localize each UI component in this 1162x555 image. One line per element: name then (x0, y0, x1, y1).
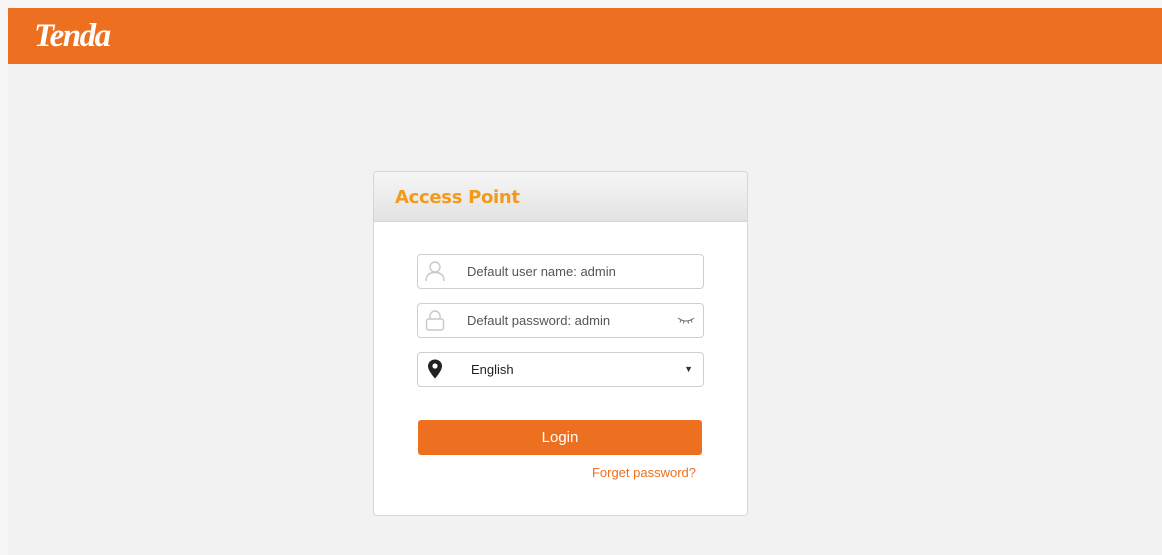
location-pin-icon (428, 359, 442, 379)
eye-closed-icon[interactable] (677, 314, 695, 326)
tenda-logo: Tenda (34, 18, 111, 54)
caret-down-icon: ▼ (684, 364, 693, 374)
language-selected-value: English (471, 362, 514, 377)
window-frame-top (0, 0, 1162, 8)
login-card-header: Access Point (374, 172, 747, 222)
password-field[interactable]: Default password: admin (417, 303, 704, 338)
user-icon (425, 261, 445, 282)
lock-icon (425, 310, 445, 331)
forget-password-link[interactable]: Forget password? (592, 465, 696, 480)
login-card-title: Access Point (395, 187, 520, 208)
username-field[interactable]: Default user name: admin (417, 254, 704, 289)
password-placeholder: Default password: admin (467, 313, 611, 328)
login-button[interactable]: Login (418, 420, 702, 455)
top-header-bar: Tenda (8, 8, 1162, 64)
username-placeholder: Default user name: admin (467, 264, 616, 279)
window-frame-left (0, 0, 8, 555)
language-select[interactable]: English ▼ (417, 352, 704, 387)
login-card: Access Point Default user name: admin De… (373, 171, 748, 516)
